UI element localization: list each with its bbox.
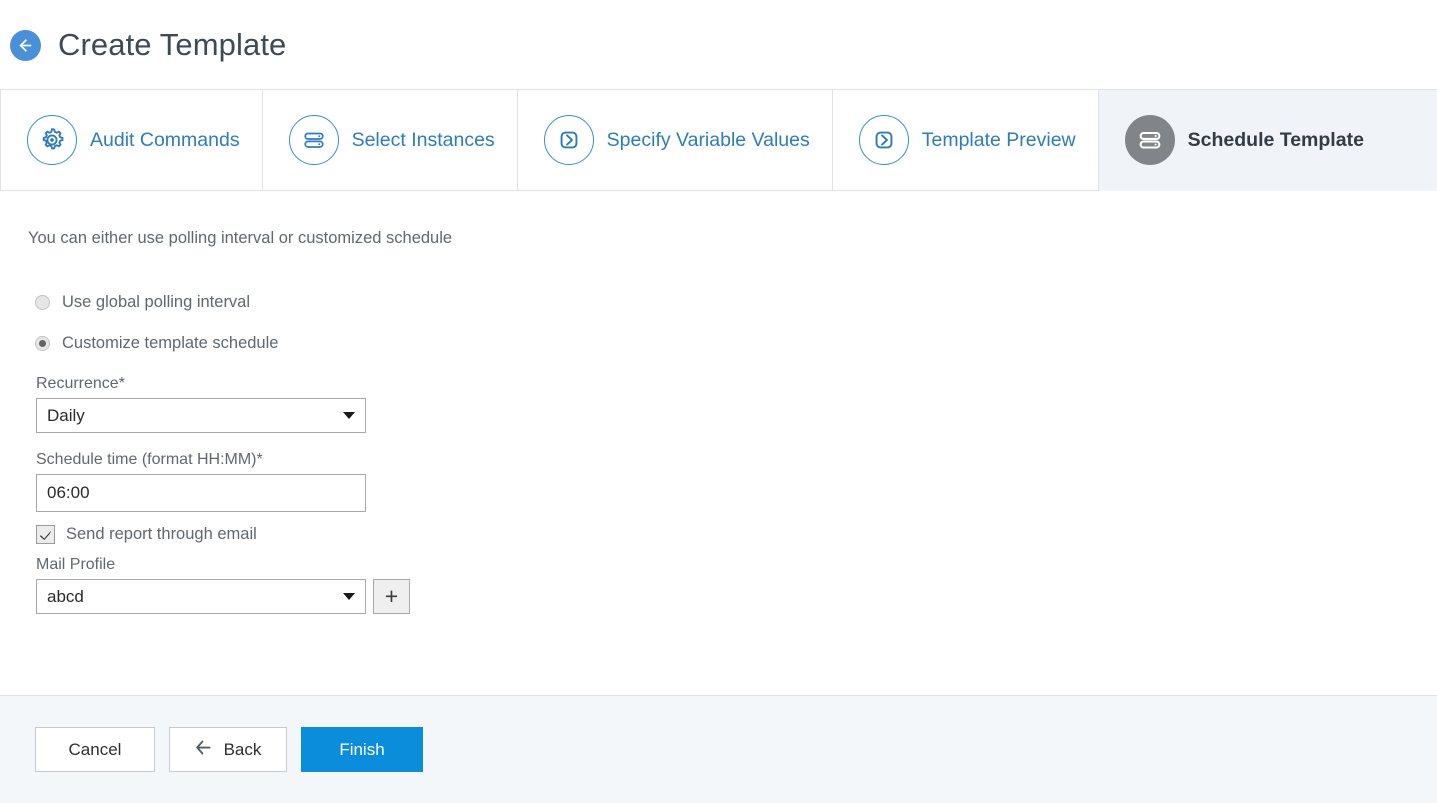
finish-button[interactable]: Finish — [301, 727, 423, 772]
radio-label: Use global polling interval — [62, 293, 251, 311]
wizard-tab-bar: Audit Commands Select Instances Specify … — [0, 89, 1437, 191]
radio-icon-selected — [35, 336, 50, 351]
schedule-template-form: You can either use polling interval or c… — [0, 191, 1437, 694]
schedule-time-input[interactable]: 06:00 — [36, 474, 366, 512]
tab-schedule-template[interactable]: Schedule Template — [1098, 90, 1437, 191]
add-mail-profile-button[interactable]: + — [373, 579, 410, 614]
radio-label: Customize template schedule — [62, 334, 279, 352]
gear-icon — [27, 115, 77, 165]
tab-audit-commands[interactable]: Audit Commands — [0, 90, 263, 190]
back-arrow-icon[interactable] — [10, 30, 41, 61]
create-template-wizard: Create Template Audit Commands Select In… — [0, 0, 1437, 803]
checkbox-icon-checked — [36, 525, 55, 544]
mail-profile-row: abcd + — [36, 579, 1437, 614]
intro-text: You can either use polling interval or c… — [28, 229, 453, 247]
tab-template-preview[interactable]: Template Preview — [832, 90, 1099, 190]
cancel-button[interactable]: Cancel — [35, 727, 155, 772]
mail-profile-field: Mail Profile abcd + — [36, 556, 1437, 614]
page-header: Create Template — [0, 0, 1437, 89]
mail-profile-label: Mail Profile — [36, 556, 116, 573]
page-title: Create Template — [58, 27, 287, 62]
back-button-label: Back — [223, 739, 262, 759]
left-arrow-icon — [195, 740, 214, 760]
recurrence-field: Recurrence* Daily — [36, 375, 1437, 433]
tab-label: Specify Variable Values — [606, 128, 810, 151]
chevron-down-icon — [343, 593, 355, 600]
wizard-footer: Cancel Back Finish — [0, 695, 1437, 803]
recurrence-label: Recurrence* — [36, 375, 125, 392]
radio-icon — [35, 295, 50, 310]
arrow-in-box-icon — [543, 115, 594, 165]
recurrence-select[interactable]: Daily — [36, 398, 366, 433]
schedule-time-value: 06:00 — [47, 483, 90, 502]
tab-specify-variable-values[interactable]: Specify Variable Values — [517, 90, 833, 190]
mail-profile-value: abcd — [47, 586, 84, 606]
schedule-time-label: Schedule time (format HH:MM)* — [36, 451, 263, 468]
tab-label: Template Preview — [921, 128, 1076, 151]
server-stack-icon — [288, 115, 339, 165]
schedule-mode-radio-group: Use global polling interval Customize te… — [28, 293, 1437, 353]
tab-label: Select Instances — [351, 128, 495, 151]
radio-customize-template-schedule[interactable]: Customize template schedule — [28, 334, 1437, 353]
tab-select-instances[interactable]: Select Instances — [262, 90, 518, 190]
schedule-time-field: Schedule time (format HH:MM)* 06:00 — [36, 451, 1437, 512]
arrow-in-box-icon — [858, 115, 909, 165]
tab-label: Schedule Template — [1187, 128, 1364, 151]
recurrence-value: Daily — [47, 405, 85, 425]
chevron-down-icon — [343, 412, 355, 419]
tab-label: Audit Commands — [90, 128, 240, 151]
send-report-through-email-checkbox[interactable]: Send report through email — [36, 525, 1437, 544]
back-button[interactable]: Back — [169, 727, 287, 772]
server-stack-icon — [1124, 115, 1175, 165]
radio-use-global-polling-interval[interactable]: Use global polling interval — [28, 293, 1437, 312]
checkbox-label: Send report through email — [66, 525, 257, 543]
mail-profile-select[interactable]: abcd — [36, 579, 366, 614]
